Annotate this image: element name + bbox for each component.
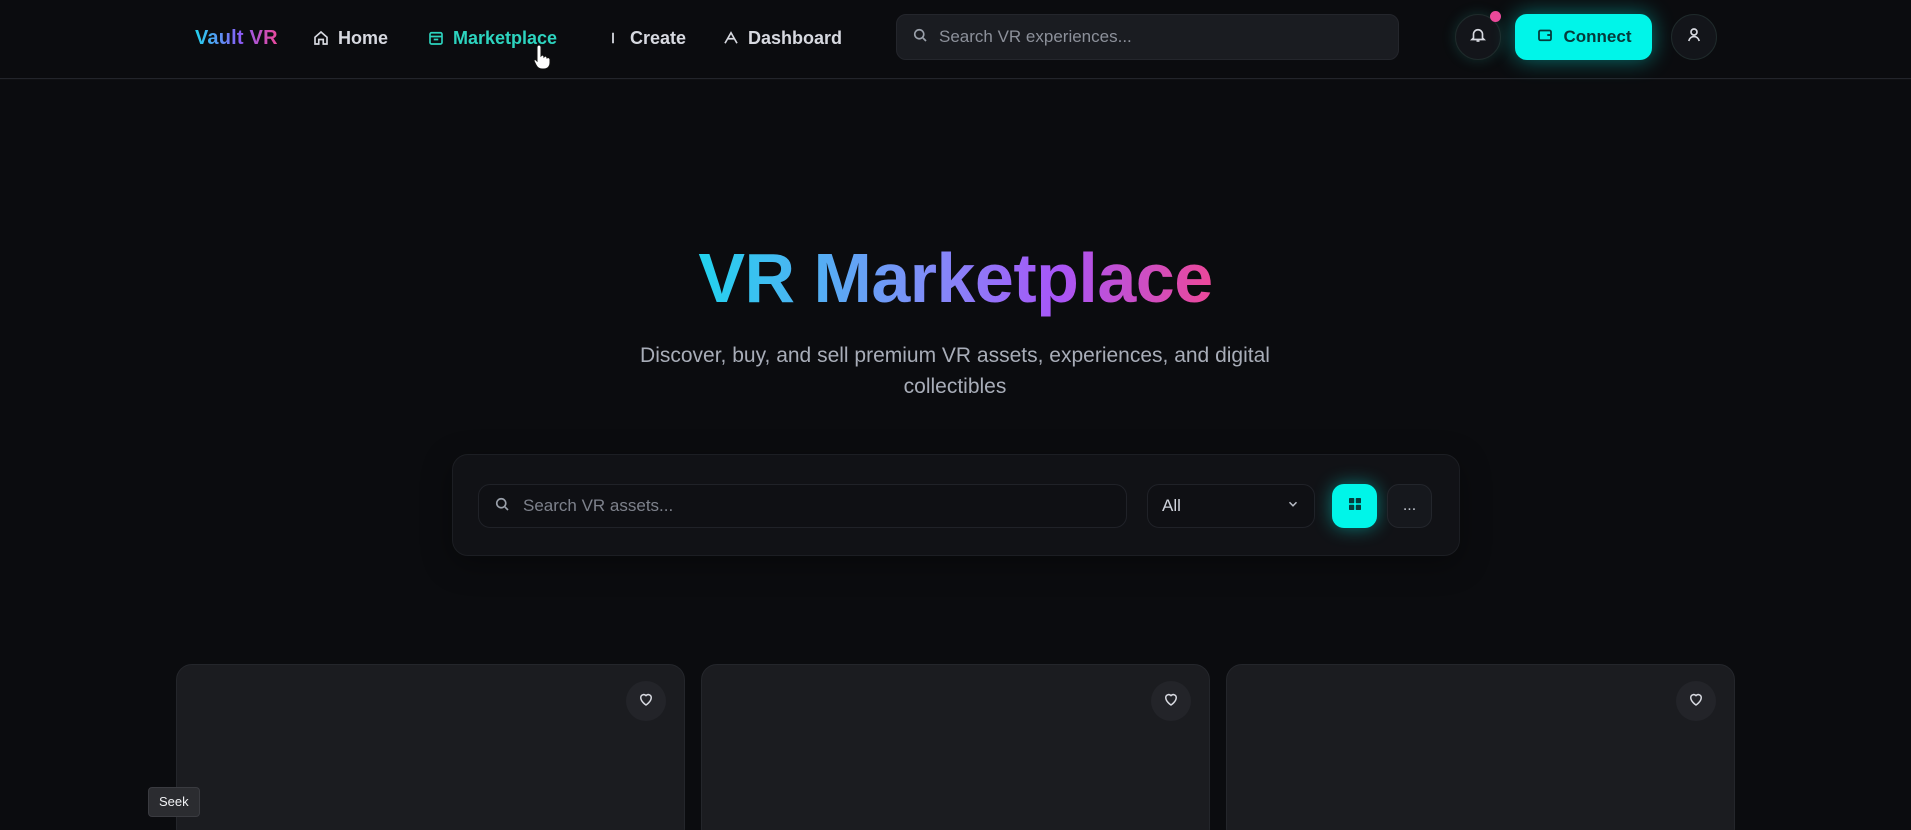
category-value: All — [1162, 496, 1181, 515]
asset-search[interactable] — [478, 484, 1127, 528]
profile-button[interactable] — [1671, 14, 1717, 60]
wallet-icon — [1536, 26, 1554, 49]
list-view-label: ... — [1402, 497, 1417, 514]
nav-link-create[interactable]: Create — [604, 24, 686, 52]
user-icon — [1685, 26, 1703, 49]
nav-link-dashboard[interactable]: Dashboard — [722, 24, 842, 52]
connect-wallet-button[interactable]: Connect — [1515, 14, 1652, 60]
notification-badge — [1490, 11, 1501, 22]
nav-link-dashboard-label: Dashboard — [748, 27, 843, 48]
create-icon — [604, 29, 622, 47]
product-card[interactable] — [701, 664, 1210, 830]
search-icon — [911, 26, 929, 49]
page-title: VR Marketplace — [698, 239, 1213, 317]
heart-icon — [637, 690, 655, 713]
connect-label: Connect — [1563, 27, 1632, 46]
nav-link-home[interactable]: Home — [312, 24, 388, 52]
mouse-cursor-icon — [533, 44, 551, 70]
product-card[interactable] — [176, 664, 685, 830]
seek-tooltip: Seek — [148, 787, 200, 817]
page: Vault VR Home Marketplace Create Dashboa… — [0, 0, 1911, 830]
category-select[interactable]: All — [1147, 484, 1315, 528]
favorite-button[interactable] — [1676, 681, 1716, 721]
brand-logo[interactable]: Vault VR — [195, 24, 278, 52]
page-subtitle: Discover, buy, and sell premium VR asset… — [640, 344, 1270, 398]
global-search[interactable] — [896, 14, 1399, 60]
favorite-button[interactable] — [626, 681, 666, 721]
bell-icon — [1469, 26, 1487, 49]
heart-icon — [1687, 690, 1705, 713]
heart-icon — [1162, 690, 1180, 713]
nav-link-create-label: Create — [630, 27, 687, 48]
nav-link-home-label: Home — [338, 27, 389, 48]
home-icon — [312, 29, 330, 47]
grid-icon — [1346, 495, 1364, 518]
product-card[interactable] — [1226, 664, 1735, 830]
grid-view-button[interactable] — [1332, 484, 1377, 528]
store-icon — [427, 29, 445, 47]
chevron-down-icon — [1286, 496, 1300, 516]
dashboard-icon — [722, 29, 740, 47]
favorite-button[interactable] — [1151, 681, 1191, 721]
global-search-input[interactable] — [939, 27, 1384, 47]
top-navbar: Vault VR Home Marketplace Create Dashboa… — [0, 0, 1911, 79]
list-view-button[interactable]: ... — [1387, 484, 1432, 528]
search-icon — [493, 495, 511, 518]
asset-search-input[interactable] — [523, 496, 1112, 516]
